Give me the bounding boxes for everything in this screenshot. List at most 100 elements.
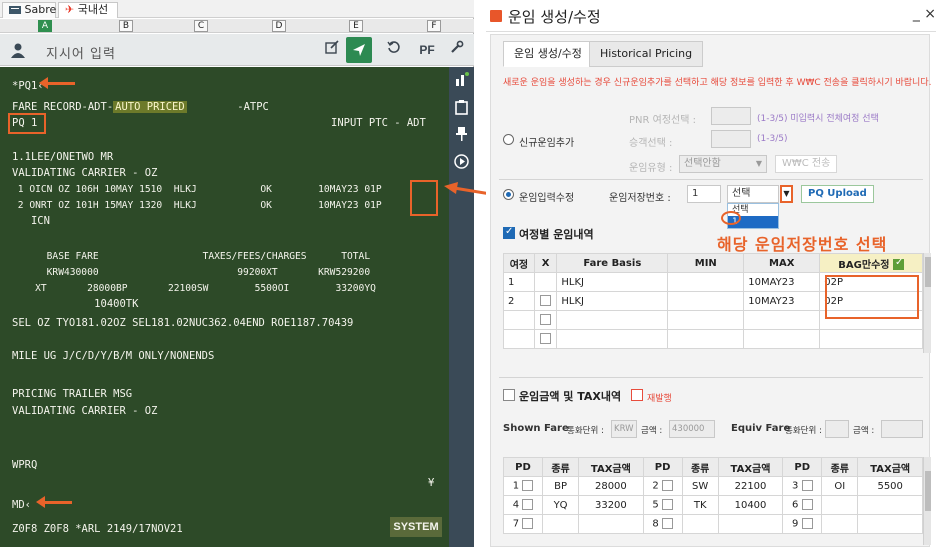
chevron-down-icon[interactable]: ▼	[780, 185, 793, 203]
cell-fare-basis[interactable]: HLKJ	[556, 272, 669, 292]
clipboard-icon[interactable]	[453, 99, 470, 116]
edit-icon[interactable]	[322, 40, 342, 60]
table-row[interactable]: 4 YQ 33200 5 TK 10400 6	[503, 495, 923, 515]
cell-type[interactable]: SW	[681, 476, 719, 496]
cell-min[interactable]	[667, 310, 745, 330]
equiv-currency-field[interactable]	[825, 420, 849, 438]
row-checkbox[interactable]	[540, 314, 552, 326]
wwc-send-button[interactable]: W₩C 전송	[775, 155, 838, 173]
cell-min[interactable]	[667, 291, 745, 311]
send-button[interactable]	[346, 37, 372, 63]
type-select[interactable]: 선택안함 ▼	[679, 155, 767, 173]
scroll-thumb[interactable]	[925, 471, 931, 511]
cell-tax[interactable]	[857, 495, 923, 515]
pax-field[interactable]	[711, 130, 751, 148]
table-row[interactable]: 1 BP 28000 2 SW 22100 3 OI 5500	[503, 476, 923, 496]
cell-type[interactable]	[681, 514, 719, 534]
segment-scrollbar[interactable]	[923, 253, 931, 353]
cell-bag[interactable]	[819, 329, 923, 349]
work-area-c[interactable]: C	[194, 20, 208, 32]
row-checkbox[interactable]	[801, 518, 813, 530]
equiv-amount-field[interactable]	[881, 420, 923, 438]
cell-type[interactable]: OI	[821, 476, 859, 496]
store-no-label: 운임저장번호 :	[609, 193, 671, 204]
chart-icon[interactable]	[453, 71, 470, 88]
pax-note: (1-3/5)	[757, 134, 788, 144]
cell-fare-basis[interactable]	[556, 329, 669, 349]
row-checkbox[interactable]	[540, 295, 552, 307]
cell-max[interactable]: 10MAY23	[743, 291, 821, 311]
tools-icon[interactable]	[446, 40, 468, 60]
annotation-box-bag	[410, 180, 438, 216]
cell-max[interactable]: 10MAY23	[743, 272, 821, 292]
work-area-a[interactable]: A	[38, 20, 52, 32]
pnr-field[interactable]	[711, 107, 751, 125]
work-area-e[interactable]: E	[349, 20, 363, 32]
cell-tax[interactable]	[578, 514, 644, 534]
cell-type[interactable]	[821, 514, 859, 534]
table-row[interactable]	[503, 329, 923, 349]
work-area-d-label: D	[275, 21, 283, 31]
cell-tax[interactable]: 28000	[578, 476, 644, 496]
cell-tax[interactable]	[717, 514, 784, 534]
cell-fare-basis[interactable]: HLKJ	[556, 291, 669, 311]
cell-type[interactable]	[541, 514, 580, 534]
tax-scrollbar[interactable]	[923, 457, 931, 545]
new-fare-radio[interactable]	[503, 134, 514, 145]
pin-icon[interactable]	[453, 125, 470, 142]
row-checkbox[interactable]	[661, 499, 673, 511]
cell-min[interactable]	[667, 272, 745, 292]
notice-text: 새로운 운임을 생성하는 경우 신규운임추가를 선택하고 해당 정보를 입력한 …	[503, 78, 932, 88]
edit-fare-radio[interactable]	[503, 189, 514, 200]
cell-max[interactable]	[743, 329, 821, 349]
work-area-d[interactable]: D	[272, 20, 286, 32]
terminal-line: 2 ONRT OZ 101H 15MAY 1320 HLKJ OK 10MAY2…	[12, 200, 382, 211]
store-no-select[interactable]: 선택	[727, 185, 779, 203]
cell-max[interactable]	[743, 310, 821, 330]
cell-tax[interactable]: 22100	[717, 476, 784, 496]
row-checkbox[interactable]	[661, 480, 673, 492]
cell-fare-basis[interactable]	[556, 310, 669, 330]
cell-tax[interactable]: 33200	[578, 495, 644, 515]
row-checkbox[interactable]	[522, 518, 534, 530]
terminal-screen[interactable]: *PQ1‹ FARE RECORD-ADT- AUTO PRICED -ATPC …	[0, 67, 449, 547]
history-icon[interactable]	[384, 40, 404, 60]
segment-section-checkbox[interactable]	[503, 226, 515, 239]
cell-min[interactable]	[667, 329, 745, 349]
cell-tax[interactable]	[857, 514, 923, 534]
row-checkbox[interactable]	[522, 499, 534, 511]
pq-upload-button[interactable]: PQ Upload	[801, 185, 874, 203]
store-no-field[interactable]: 1	[687, 185, 721, 203]
col-x: X	[533, 253, 558, 273]
tab-fare-edit[interactable]: 운임 생성/수정	[503, 41, 593, 67]
cell-type[interactable]: TK	[681, 495, 719, 515]
scroll-thumb[interactable]	[925, 257, 931, 287]
bag-only-checkbox[interactable]	[892, 257, 904, 270]
row-checkbox[interactable]	[661, 518, 673, 530]
row-checkbox[interactable]	[540, 333, 552, 345]
tab-historical-pricing[interactable]: Historical Pricing	[589, 41, 704, 67]
table-row[interactable]: 7 8 9	[503, 514, 923, 534]
cell-tax[interactable]: 5500	[857, 476, 923, 496]
shown-currency-field[interactable]: KRW	[611, 420, 637, 438]
cell-type[interactable]: YQ	[541, 495, 580, 515]
cell-tax[interactable]: 10400	[717, 495, 784, 515]
row-checkbox[interactable]	[801, 480, 813, 492]
play-icon[interactable]	[453, 153, 470, 170]
cell-type[interactable]	[821, 495, 859, 515]
system-button[interactable]: SYSTEM	[390, 517, 442, 537]
shown-amount-field[interactable]: 430000	[669, 420, 715, 438]
tab-sabre[interactable]: Sabre	[2, 2, 56, 18]
reissue-checkbox[interactable]	[631, 389, 643, 401]
cell-type[interactable]: BP	[541, 476, 580, 496]
tab-domestic[interactable]: ✈ 국내선	[58, 2, 118, 18]
work-area-b[interactable]: B	[119, 20, 133, 32]
pf-button[interactable]: PF	[416, 40, 438, 60]
col-pd: PD	[503, 457, 543, 477]
command-input[interactable]: 지시어 입력	[46, 43, 116, 62]
work-area-f[interactable]: F	[427, 20, 441, 32]
row-checkbox[interactable]	[801, 499, 813, 511]
tax-section-checkbox[interactable]	[503, 389, 515, 401]
window-controls[interactable]: _ ×	[913, 6, 936, 22]
row-checkbox[interactable]	[522, 480, 534, 492]
